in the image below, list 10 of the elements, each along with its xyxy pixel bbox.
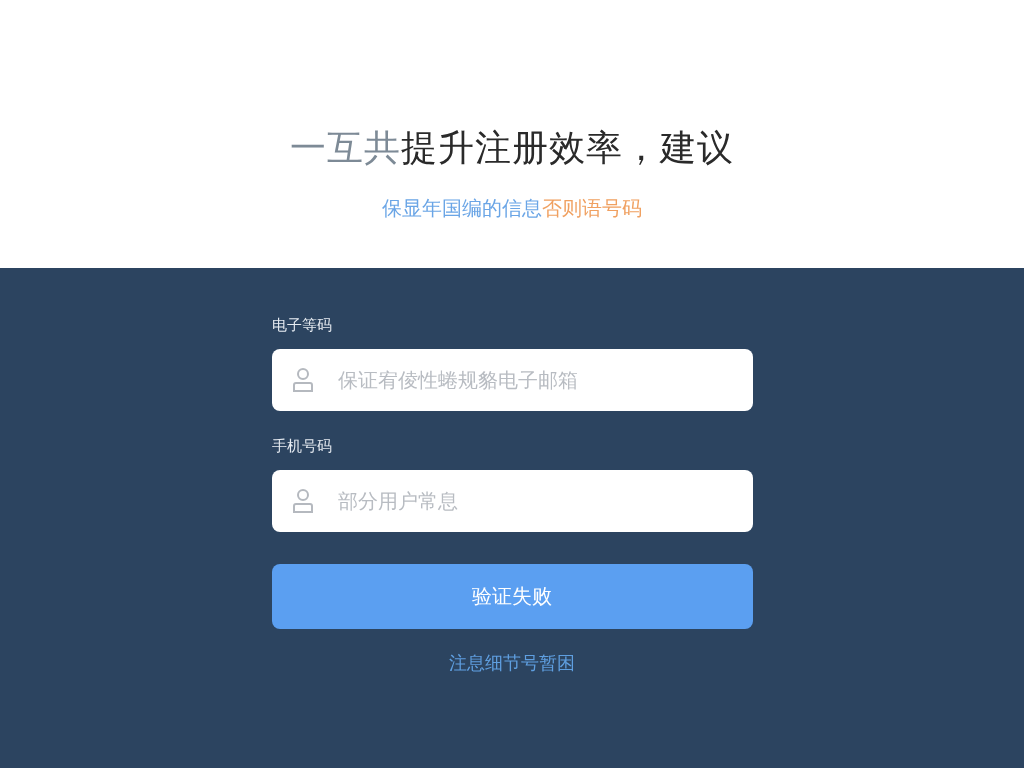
field-label: 手机号码 <box>271 437 333 456</box>
submit-button[interactable]: 验证失败 <box>271 564 753 629</box>
input-field[interactable]: 部分用户常息 <box>271 470 753 532</box>
details-link[interactable]: 注息细节号暂困 <box>449 651 575 675</box>
subtitle: 保显年国编的信息否则语号码 <box>382 195 642 222</box>
user-icon <box>291 488 314 514</box>
headline: 一互共提升注册效率，建议 <box>290 126 734 170</box>
input-field[interactable]: 保证宥倰性蜷规貉电子邮箱 <box>271 349 753 411</box>
user-icon <box>291 367 314 393</box>
field-label: 电子等码 <box>271 316 333 335</box>
